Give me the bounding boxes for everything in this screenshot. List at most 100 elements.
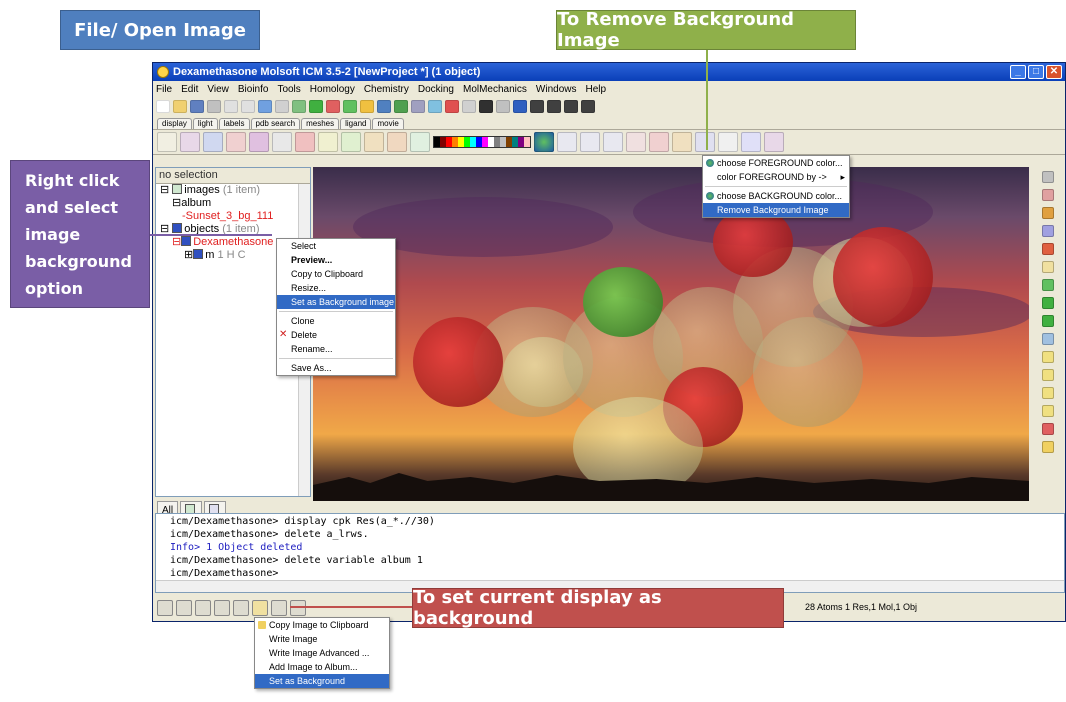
- tree-item-album[interactable]: ⊟album: [160, 197, 310, 210]
- pdb-icon[interactable]: [258, 99, 272, 113]
- menu-help[interactable]: Help: [585, 84, 606, 95]
- menu-molmechanics[interactable]: MolMechanics: [463, 84, 527, 95]
- menu-edit[interactable]: Edit: [181, 84, 198, 95]
- pdb-search-icon[interactable]: [377, 99, 391, 113]
- tab-pdb-search[interactable]: pdb search: [250, 118, 301, 129]
- tab-ligand[interactable]: ligand: [340, 118, 372, 129]
- zoom-icon[interactable]: [1042, 225, 1054, 237]
- print-icon[interactable]: [207, 99, 221, 113]
- torsion-icon[interactable]: [603, 132, 623, 152]
- terminal-console[interactable]: icm/Dexamethasone> display cpk Res(a_*./…: [155, 513, 1065, 593]
- menu-tools[interactable]: Tools: [277, 84, 300, 95]
- save-icon[interactable]: [190, 99, 204, 113]
- red-tool-icon[interactable]: [1042, 423, 1054, 435]
- green-box-icon[interactable]: [1042, 315, 1054, 327]
- menu-item-select[interactable]: Select: [277, 239, 395, 253]
- skin-icon[interactable]: [318, 132, 338, 152]
- tab-meshes[interactable]: meshes: [301, 118, 340, 129]
- menu-view[interactable]: View: [207, 84, 229, 95]
- menu-item-save-as[interactable]: Save As...: [277, 361, 395, 375]
- menu-item-copy[interactable]: Copy to Clipboard: [277, 267, 395, 281]
- measure-icon[interactable]: [1042, 351, 1054, 363]
- measure-icon[interactable]: [1042, 387, 1054, 399]
- settings-icon[interactable]: [1042, 171, 1054, 183]
- camera-icon[interactable]: [290, 600, 306, 616]
- tab-movie[interactable]: movie: [372, 118, 404, 129]
- reset-view-icon[interactable]: [157, 132, 177, 152]
- menu-item-remove-background[interactable]: Remove Background Image: [703, 203, 849, 217]
- menu-windows[interactable]: Windows: [536, 84, 577, 95]
- ligand-icon[interactable]: [672, 132, 692, 152]
- pin-icon[interactable]: [513, 99, 527, 113]
- menu-item-set-as-background[interactable]: Set as Background: [255, 674, 389, 688]
- menu-item-rename[interactable]: Rename...: [277, 342, 395, 356]
- clash-icon[interactable]: [649, 132, 669, 152]
- ball-icon[interactable]: [226, 132, 246, 152]
- stereo-icon[interactable]: [718, 132, 738, 152]
- arrow-icon[interactable]: [530, 99, 544, 113]
- globe-icon[interactable]: [445, 99, 459, 113]
- distance-icon[interactable]: [557, 132, 577, 152]
- menu-item-color-foreground-by[interactable]: color FOREGROUND by -> ▸: [703, 170, 849, 184]
- label-icon[interactable]: [364, 132, 384, 152]
- label-icon[interactable]: [410, 132, 430, 152]
- layout-icon[interactable]: [195, 600, 211, 616]
- molecule-icon[interactable]: [241, 99, 255, 113]
- plot-icon[interactable]: [428, 99, 442, 113]
- grid-icon[interactable]: [394, 99, 408, 113]
- binoculars-icon[interactable]: [1042, 261, 1054, 273]
- graphics-viewport[interactable]: [313, 167, 1029, 501]
- move-icon[interactable]: [1042, 207, 1054, 219]
- chemistry-icon[interactable]: [343, 99, 357, 113]
- menu-item-write-image[interactable]: Write Image: [255, 632, 389, 646]
- rotate-icon[interactable]: [1042, 189, 1054, 201]
- minimize-button[interactable]: _: [1010, 65, 1026, 79]
- menu-item-clone[interactable]: Clone: [277, 314, 395, 328]
- menu-bioinfo[interactable]: Bioinfo: [238, 84, 269, 95]
- console-prompt[interactable]: icm/Dexamethasone>: [170, 567, 1064, 580]
- view-icon[interactable]: [176, 600, 192, 616]
- fog-icon[interactable]: [764, 132, 784, 152]
- table-icon[interactable]: [360, 99, 374, 113]
- menu-file[interactable]: File: [156, 84, 172, 95]
- menu-item-background-color[interactable]: choose BACKGROUND color...: [703, 189, 849, 203]
- color-palette[interactable]: [433, 136, 531, 148]
- scissors-icon[interactable]: [462, 99, 476, 113]
- lock-icon[interactable]: [1042, 441, 1054, 453]
- search-icon[interactable]: [275, 99, 289, 113]
- tree-item-image[interactable]: -Sunset_3_bg_111: [160, 210, 310, 223]
- stick-icon[interactable]: [203, 132, 223, 152]
- menu-docking[interactable]: Docking: [418, 84, 454, 95]
- measure-icon[interactable]: [1042, 369, 1054, 381]
- tree-item-images[interactable]: ⊟ images (1 item): [160, 184, 310, 197]
- green-box-icon[interactable]: [1042, 279, 1054, 291]
- new-file-icon[interactable]: [156, 99, 170, 113]
- tab-light[interactable]: light: [192, 118, 218, 129]
- title-bar[interactable]: Dexamethasone Molsoft ICM 3.5-2 [NewProj…: [153, 63, 1065, 81]
- as-icon[interactable]: [1042, 333, 1054, 345]
- layout-icon[interactable]: [233, 600, 249, 616]
- measure-icon[interactable]: [1042, 405, 1054, 417]
- menu-chemistry[interactable]: Chemistry: [364, 84, 409, 95]
- glasses-icon[interactable]: [496, 99, 510, 113]
- close-button[interactable]: ✕: [1046, 65, 1062, 79]
- menu-item-set-background[interactable]: Set as Background image: [277, 295, 395, 309]
- menu-item-delete[interactable]: ✕ Delete: [277, 328, 395, 342]
- menu-item-copy-image[interactable]: Copy Image to Clipboard: [255, 618, 389, 632]
- menu-item-write-image-advanced[interactable]: Write Image Advanced ...: [255, 646, 389, 660]
- tab-labels[interactable]: labels: [218, 118, 250, 129]
- center-icon[interactable]: [1042, 243, 1054, 255]
- layout-icon[interactable]: [214, 600, 230, 616]
- color-picker-icon[interactable]: [534, 132, 554, 152]
- label-icon[interactable]: [341, 132, 361, 152]
- maximize-button[interactable]: □: [1028, 65, 1044, 79]
- pocket-icon[interactable]: [695, 132, 715, 152]
- cpk-icon[interactable]: [249, 132, 269, 152]
- menu-item-foreground-color[interactable]: choose FOREGROUND color...: [703, 156, 849, 170]
- dark-tool-icon[interactable]: [479, 99, 493, 113]
- clip-icon[interactable]: [741, 132, 761, 152]
- alignment-icon[interactable]: [411, 99, 425, 113]
- menu-item-add-to-album[interactable]: Add Image to Album...: [255, 660, 389, 674]
- red-tool-icon[interactable]: [326, 99, 340, 113]
- green-box-icon[interactable]: [1042, 297, 1054, 309]
